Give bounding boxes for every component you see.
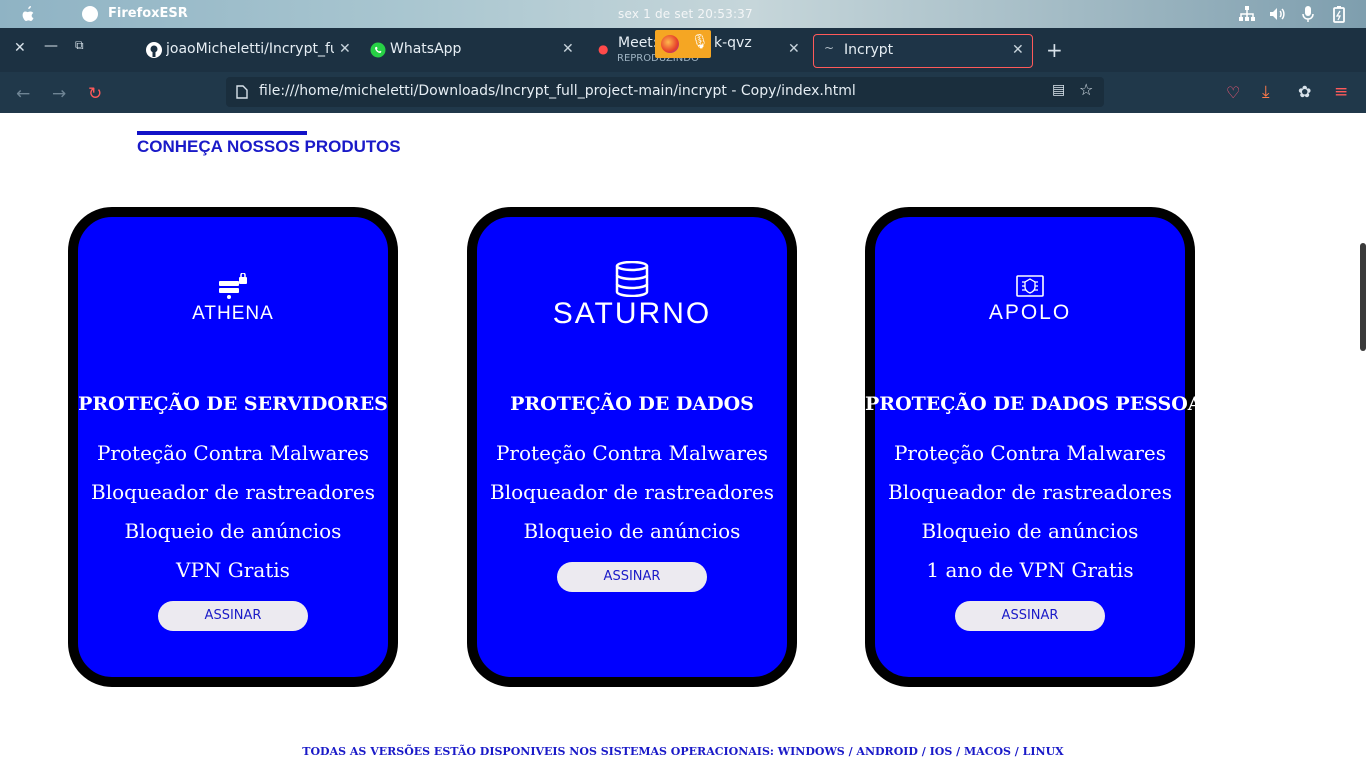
product-card-athena: ATHENA PROTEÇÃO DE SERVIDORES Proteção C… (68, 207, 398, 687)
subscribe-button[interactable]: ASSINAR (557, 562, 707, 592)
app-name[interactable]: FirefoxESR (108, 6, 188, 21)
athena-logo: ATHENA (78, 272, 388, 325)
page-content: CONHEÇA NOSSOS PRODUTOS ATHENA PROTEÇÃO … (0, 113, 1366, 768)
battery-icon[interactable] (1330, 5, 1348, 23)
platforms-footer: TODAS AS VERSÕES ESTÃO DISPONIVEIS NOS S… (302, 745, 1064, 758)
volume-icon[interactable] (1268, 5, 1286, 23)
product-name: APOLO (988, 301, 1072, 324)
server-lock-icon (219, 272, 247, 299)
file-icon (236, 85, 248, 99)
product-card-apolo: APOLO PROTEÇÃO DE DADOS PESSOAIS Proteçã… (865, 207, 1226, 687)
tab-whatsapp[interactable]: WhatsApp ✕ (364, 34, 579, 68)
tab-incrypt[interactable]: ~ Incrypt ✕ (813, 34, 1033, 68)
feature-item: Bloqueio de anúncios (523, 519, 741, 543)
microphone-icon: 🎙 (691, 34, 709, 50)
feature-item: Bloqueio de anúncios (921, 519, 1139, 543)
product-title: PROTEÇÃO DE SERVIDORES (78, 393, 388, 415)
close-tab-icon[interactable]: ✕ (1012, 42, 1024, 58)
tab-bar: ✕ — ⧉ joaoMicheletti/Incrypt_fu ✕ WhatsA… (0, 28, 1366, 72)
restore-window-icon[interactable]: ⧉ (75, 38, 84, 53)
feature-item: Proteção Contra Malwares (893, 441, 1167, 465)
close-window-icon[interactable]: ✕ (14, 40, 26, 56)
heading-underline (137, 131, 307, 135)
tab-label: Meet: (618, 35, 658, 51)
database-icon (615, 260, 649, 298)
clock[interactable]: sex 1 de set 20:53:37 (618, 7, 753, 21)
github-icon (146, 42, 162, 58)
product-title: PROTEÇÃO DE DADOS (510, 393, 754, 415)
sharing-indicator[interactable]: 🎙 (655, 30, 711, 58)
url-bar[interactable]: file:///home/micheletti/Downloads/Incryp… (226, 77, 1104, 107)
whatsapp-icon (370, 42, 386, 58)
tab-meet[interactable]: ● Meet: REPRODUZINDO 🎙 k-qvz ✕ (592, 30, 807, 68)
tab-label: WhatsApp (390, 41, 462, 57)
feature-item: Bloqueador de rastreadores (490, 480, 774, 504)
pocket-icon[interactable]: ♡ (1226, 83, 1240, 102)
new-tab-button[interactable]: + (1046, 38, 1063, 62)
reload-button[interactable]: ↻ (88, 84, 102, 104)
product-title: PROTEÇÃO DE DADOS PESSOAIS (865, 393, 1226, 415)
loading-icon: ~ (824, 41, 835, 55)
bookmark-star-icon[interactable]: ☆ (1079, 80, 1093, 99)
close-tab-icon[interactable]: ✕ (788, 41, 800, 57)
extensions-icon[interactable]: ✿ (1298, 82, 1311, 101)
minimize-window-icon[interactable]: — (44, 38, 58, 54)
subscribe-button[interactable]: ASSINAR (158, 601, 308, 631)
feature-item: 1 ano de VPN Gratis (926, 558, 1134, 582)
system-top-bar: FirefoxESR sex 1 de set 20:53:37 (0, 0, 1366, 28)
saturno-logo: SATURNO (477, 260, 787, 331)
close-tab-icon[interactable]: ✕ (562, 41, 574, 57)
url-text[interactable]: file:///home/micheletti/Downloads/Incryp… (259, 83, 856, 99)
downloads-icon[interactable]: ⤓ (1262, 82, 1270, 102)
subscribe-button[interactable]: ASSINAR (955, 601, 1105, 631)
section-heading: CONHEÇA NOSSOS PRODUTOS (137, 137, 401, 156)
feature-item: Bloqueador de rastreadores (888, 480, 1172, 504)
scrollbar[interactable] (1360, 243, 1366, 351)
tab-label: joaoMicheletti/Incrypt_fu (166, 41, 334, 57)
product-name: SATURNO (552, 297, 712, 330)
firefox-app-icon (82, 6, 98, 22)
feature-item: Proteção Contra Malwares (96, 441, 370, 465)
apple-icon[interactable] (20, 5, 36, 23)
tab-label-trailing: k-qvz (714, 35, 752, 51)
back-button[interactable]: ← (16, 84, 30, 104)
feature-item: VPN Gratis (176, 558, 290, 582)
shield-monitor-icon (1016, 275, 1044, 297)
feature-item: Bloqueador de rastreadores (91, 480, 375, 504)
network-icon[interactable] (1238, 5, 1256, 23)
product-name: ATHENA (192, 303, 274, 324)
microphone-icon[interactable] (1299, 5, 1317, 23)
apolo-logo: APOLO (875, 275, 1185, 325)
tab-label: Incrypt (844, 42, 894, 58)
feature-item: Bloqueio de anúncios (124, 519, 342, 543)
meet-icon: ● (598, 42, 609, 56)
product-card-saturno: SATURNO PROTEÇÃO DE DADOS Proteção Contr… (467, 207, 797, 687)
firefox-icon (661, 35, 679, 53)
menu-icon[interactable]: ≡ (1334, 82, 1348, 102)
forward-button[interactable]: → (52, 84, 66, 104)
reader-view-icon[interactable]: ▤ (1052, 82, 1065, 98)
feature-item: Proteção Contra Malwares (495, 441, 769, 465)
tab-github[interactable]: joaoMicheletti/Incrypt_fu ✕ (140, 34, 355, 68)
close-tab-icon[interactable]: ✕ (339, 41, 351, 57)
